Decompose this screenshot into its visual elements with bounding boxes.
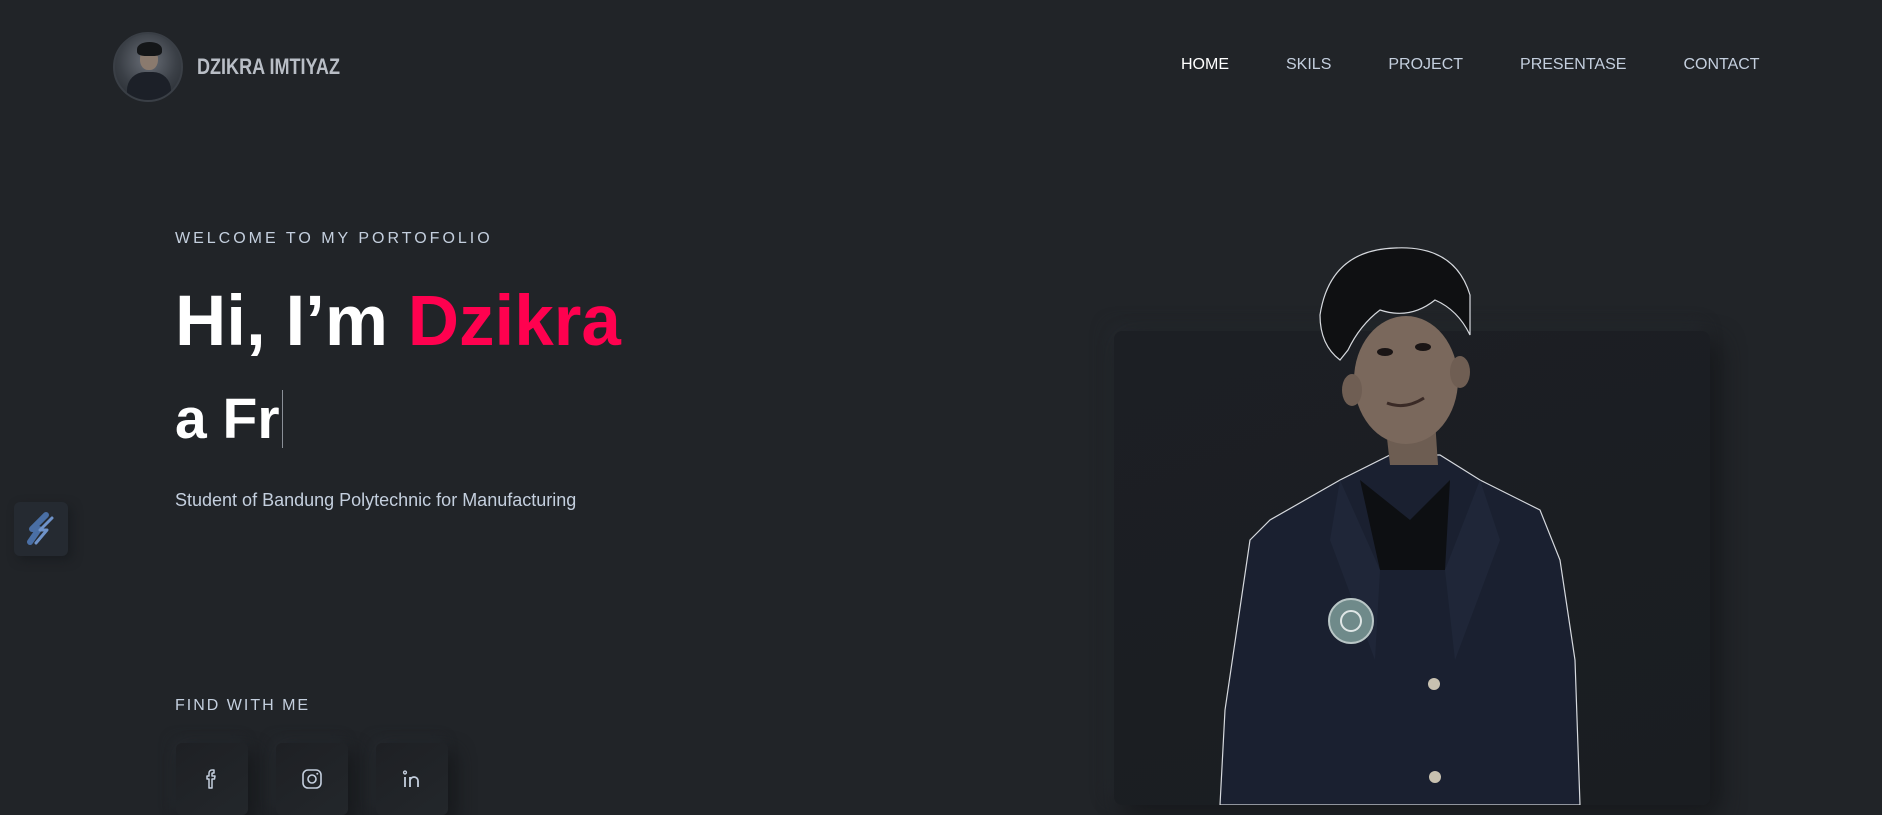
brand[interactable]: DZIKRA IMTIYAZ xyxy=(113,32,371,102)
typed-text: a Fr xyxy=(175,386,283,452)
linkedin-button[interactable] xyxy=(376,743,448,815)
portrait-image xyxy=(1219,247,1581,805)
main-nav: HOME SKILS PROJECT PRESENTASE CONTACT xyxy=(1181,56,1760,74)
brand-name: DZIKRA IMTIYAZ xyxy=(197,54,340,79)
nav-item-project[interactable]: PROJECT xyxy=(1388,56,1463,74)
facebook-button[interactable] xyxy=(176,743,248,815)
welcome-text: WELCOME TO MY PORTOFOLIO xyxy=(175,230,493,247)
linkedin-icon xyxy=(402,770,419,787)
hero-subtitle: Student of Bandung Polytechnic for Manuf… xyxy=(175,490,577,510)
site-header: DZIKRA IMTIYAZ HOME SKILS PROJECT PRESEN… xyxy=(0,0,1882,136)
side-widget-button[interactable] xyxy=(14,502,68,556)
find-with-me-label: FIND WITH ME xyxy=(175,697,311,714)
nav-item-home[interactable]: HOME xyxy=(1181,56,1229,74)
nav-item-skils[interactable]: SKILS xyxy=(1286,56,1331,74)
logo-s-icon xyxy=(27,512,54,545)
instagram-button[interactable] xyxy=(276,743,348,815)
greeting-text: Hi, I’m xyxy=(175,282,408,361)
social-links xyxy=(176,743,448,815)
avatar xyxy=(113,32,183,102)
nav-item-presentase[interactable]: PRESENTASE xyxy=(1520,56,1626,74)
hero-name: Dzikra xyxy=(407,282,621,361)
typed-text-value: a Fr xyxy=(175,387,280,451)
hero-heading: Hi, I’m Dzikra xyxy=(175,281,621,362)
facebook-icon xyxy=(206,769,216,789)
nav-item-contact[interactable]: CONTACT xyxy=(1683,56,1759,74)
instagram-icon xyxy=(302,769,322,789)
typing-cursor xyxy=(281,390,283,448)
